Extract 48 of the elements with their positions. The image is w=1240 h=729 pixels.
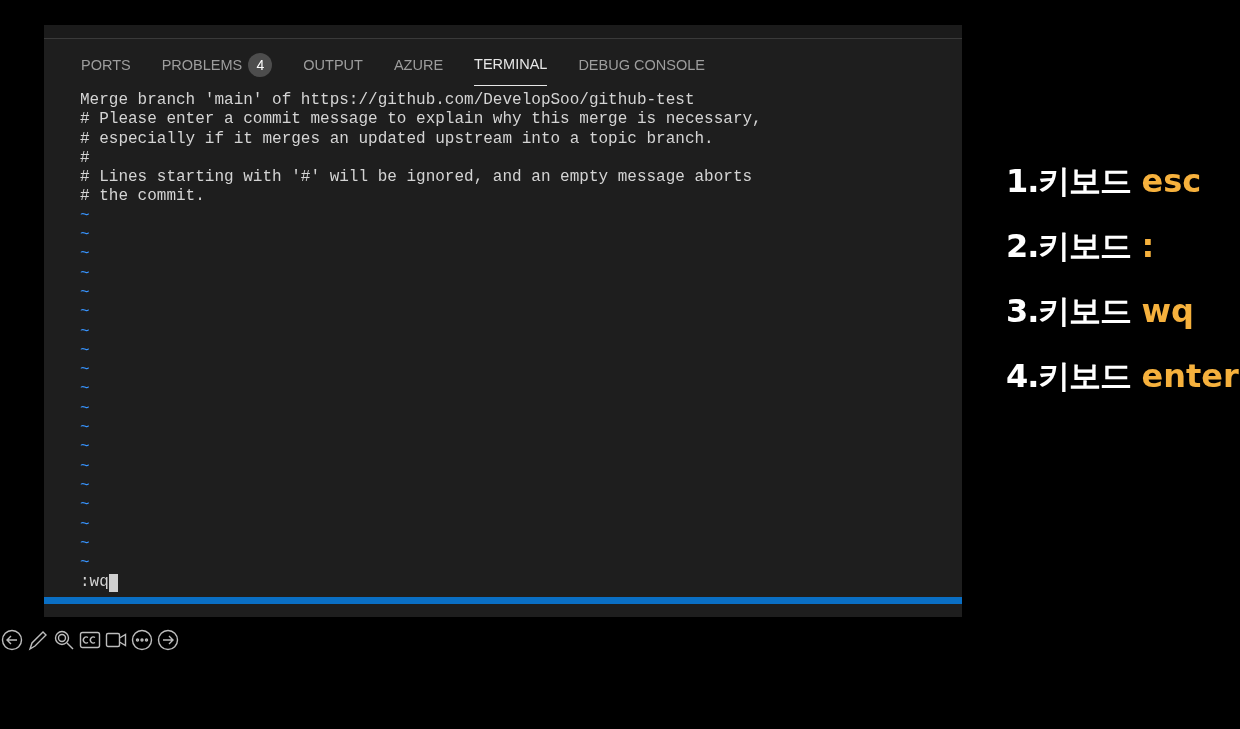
panel-tab[interactable]: TERMINAL (474, 43, 548, 86)
empty-line-marker: ~ (80, 264, 91, 284)
back-icon[interactable] (1, 629, 23, 651)
step-label: 1.키보드 (1006, 161, 1132, 202)
key-name: wq (1141, 291, 1194, 332)
empty-line-marker: ~ (80, 554, 91, 574)
panel-tab[interactable]: PORTS (81, 39, 131, 89)
empty-line-marker: ~ (80, 206, 91, 227)
forward-icon[interactable] (157, 629, 179, 651)
pen-icon[interactable] (27, 629, 49, 651)
empty-line-marker: ~ (80, 515, 91, 535)
empty-line-marker: ~ (80, 534, 91, 555)
empty-line-marker: ~ (80, 245, 91, 265)
terminal-line: # Lines starting with '#' will be ignored, and an empty message aborts (80, 168, 754, 188)
empty-line-marker: ~ (80, 303, 91, 323)
step-label: 2.키보드 (1006, 226, 1132, 267)
terminal-line: Merge branch 'main' of https://github.com/DevelopSoo/github-test (80, 91, 696, 111)
panel-tab[interactable]: PROBLEMS 4 (161, 39, 273, 89)
step-label: 3.키보드 (1006, 291, 1132, 332)
key-name: enter (1141, 356, 1239, 397)
command-line: :wq (80, 573, 109, 593)
key-name: esc (1141, 161, 1202, 202)
empty-line-marker: ~ (80, 361, 91, 381)
panel-tab[interactable]: OUTPUT (303, 39, 363, 89)
panel-tab[interactable]: DEBUG CONSOLE (578, 39, 705, 89)
empty-line-marker: ~ (80, 438, 91, 458)
empty-line-marker: ~ (80, 496, 91, 516)
empty-line-marker: ~ (80, 380, 91, 400)
empty-line-marker: ~ (80, 341, 91, 362)
key-name: : (1141, 226, 1155, 267)
terminal-line: # Please enter a commit message to explain why this merge is necessary, (80, 110, 763, 130)
step-label: 4.키보드 (1006, 356, 1132, 397)
zoom-icon[interactable] (53, 629, 75, 651)
captions-icon[interactable] (79, 629, 101, 651)
empty-line-marker: ~ (80, 322, 91, 342)
panel-tab[interactable]: AZURE (393, 39, 444, 89)
empty-line-marker: ~ (80, 419, 91, 439)
empty-line-marker: ~ (80, 283, 91, 304)
empty-line-marker: ~ (80, 457, 91, 477)
more-icon[interactable] (131, 629, 153, 651)
empty-line-marker: ~ (80, 399, 91, 420)
terminal-line: # especially if it merges an updated upstream into a topic branch. (80, 129, 715, 149)
terminal-line: # the commit. (80, 187, 206, 207)
empty-line-marker: ~ (80, 226, 91, 246)
count-badge: 4 (248, 52, 273, 77)
terminal-line: # (80, 148, 91, 169)
empty-line-marker: ~ (80, 476, 91, 497)
text-cursor (108, 574, 118, 593)
